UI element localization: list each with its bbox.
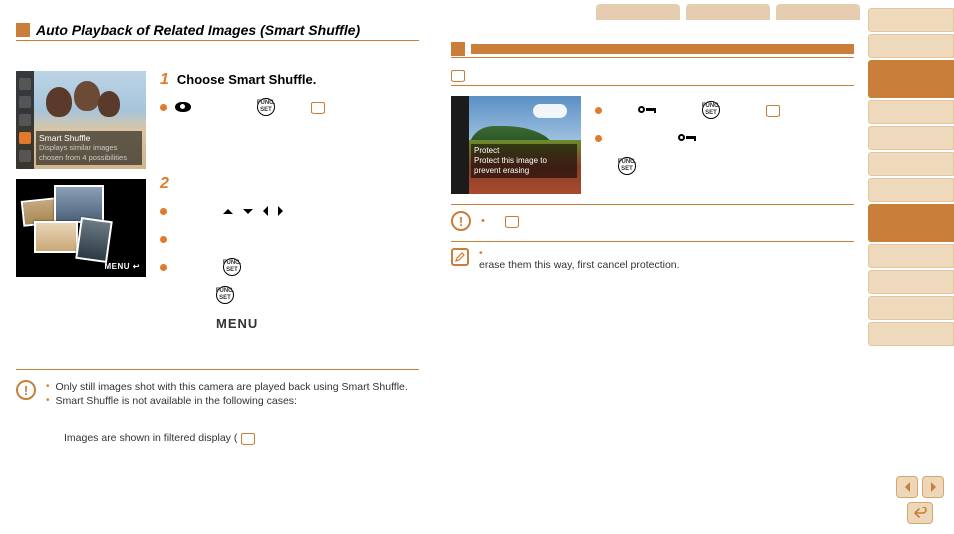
heading-marker-icon <box>451 42 465 56</box>
side-tab[interactable] <box>868 152 954 176</box>
arrow-up-icon <box>223 209 233 214</box>
bullet-icon <box>160 104 167 111</box>
key-icon <box>678 133 696 143</box>
warning-icon: ! <box>451 211 471 231</box>
right-heading <box>451 40 854 58</box>
step-2-number: 2 <box>160 175 169 193</box>
func-set-icon: FUNC.SET <box>702 101 720 119</box>
tab[interactable] <box>596 4 680 20</box>
side-tab[interactable] <box>868 322 954 346</box>
step-1-title: Choose Smart Shuffle. <box>177 72 316 87</box>
heading-marker-icon <box>16 23 30 37</box>
side-tab[interactable] <box>868 296 954 320</box>
pencil-icon <box>451 248 469 266</box>
play-icon <box>19 132 31 144</box>
book-icon <box>505 216 519 227</box>
bullet-icon <box>595 135 602 142</box>
arrow-left-icon <box>263 206 268 216</box>
arrow-right-icon <box>278 206 283 216</box>
key-icon <box>638 105 656 115</box>
side-tab[interactable] <box>868 100 954 124</box>
note-text: Smart Shuffle is not available in the fo… <box>56 394 297 408</box>
menu-item-desc: Displays similar images chosen from 4 po… <box>39 143 139 163</box>
bullet-icon <box>160 208 167 215</box>
dpad-icons <box>223 206 283 216</box>
book-icon <box>241 433 255 444</box>
screenshot-protect: Protect Protect this image to prevent er… <box>451 96 581 194</box>
protect-desc: Protect this image to prevent erasing <box>474 156 574 176</box>
tab[interactable] <box>776 4 860 20</box>
func-set-icon: FUNC.SET <box>216 286 234 304</box>
side-tab-active[interactable] <box>868 204 954 242</box>
func-set-icon: FUNC.SET <box>257 98 275 116</box>
menu-button-label: MENU <box>216 316 258 331</box>
return-button[interactable] <box>907 502 933 524</box>
bullet-icon <box>595 107 602 114</box>
bullet-icon <box>160 264 167 271</box>
side-tab[interactable] <box>868 126 954 150</box>
bullet: • <box>479 248 680 259</box>
bullet-icon <box>160 236 167 243</box>
note-text: Only still images shot with this camera … <box>56 380 408 394</box>
side-tabs <box>868 8 954 346</box>
step-1-number: 1 <box>160 71 169 89</box>
side-tab[interactable] <box>868 8 954 32</box>
next-page-button[interactable] <box>922 476 944 498</box>
top-tabs <box>596 4 860 20</box>
bullet: • <box>481 215 485 227</box>
heading-text: Auto Playback of Related Images (Smart S… <box>36 20 419 40</box>
book-icon <box>766 105 780 116</box>
book-icon <box>311 102 325 113</box>
side-tab[interactable] <box>868 178 954 202</box>
func-set-icon: FUNC.SET <box>618 157 636 175</box>
side-tab-active[interactable] <box>868 60 954 98</box>
prev-page-button[interactable] <box>896 476 918 498</box>
screenshot-collage: MENU ↩ <box>16 179 146 277</box>
protect-title: Protect <box>474 146 574 156</box>
warning-icon: ! <box>16 380 36 400</box>
screenshot-smart-shuffle-menu: Smart Shuffle Displays similar images ch… <box>16 71 146 169</box>
footer-text: Images are shown in filtered display ( <box>16 432 419 444</box>
side-tab[interactable] <box>868 270 954 294</box>
pencil-note-text: erase them this way, first cancel protec… <box>479 259 680 271</box>
section-heading: Auto Playback of Related Images (Smart S… <box>16 20 419 41</box>
arrow-down-icon <box>243 209 253 214</box>
side-tab[interactable] <box>868 34 954 58</box>
func-set-icon: FUNC.SET <box>223 258 241 276</box>
book-icon <box>451 70 465 81</box>
side-tab[interactable] <box>868 244 954 268</box>
tab[interactable] <box>686 4 770 20</box>
menu-item-label: Smart Shuffle <box>39 133 139 143</box>
eye-icon <box>175 102 191 112</box>
menu-badge: MENU ↩ <box>105 262 140 271</box>
